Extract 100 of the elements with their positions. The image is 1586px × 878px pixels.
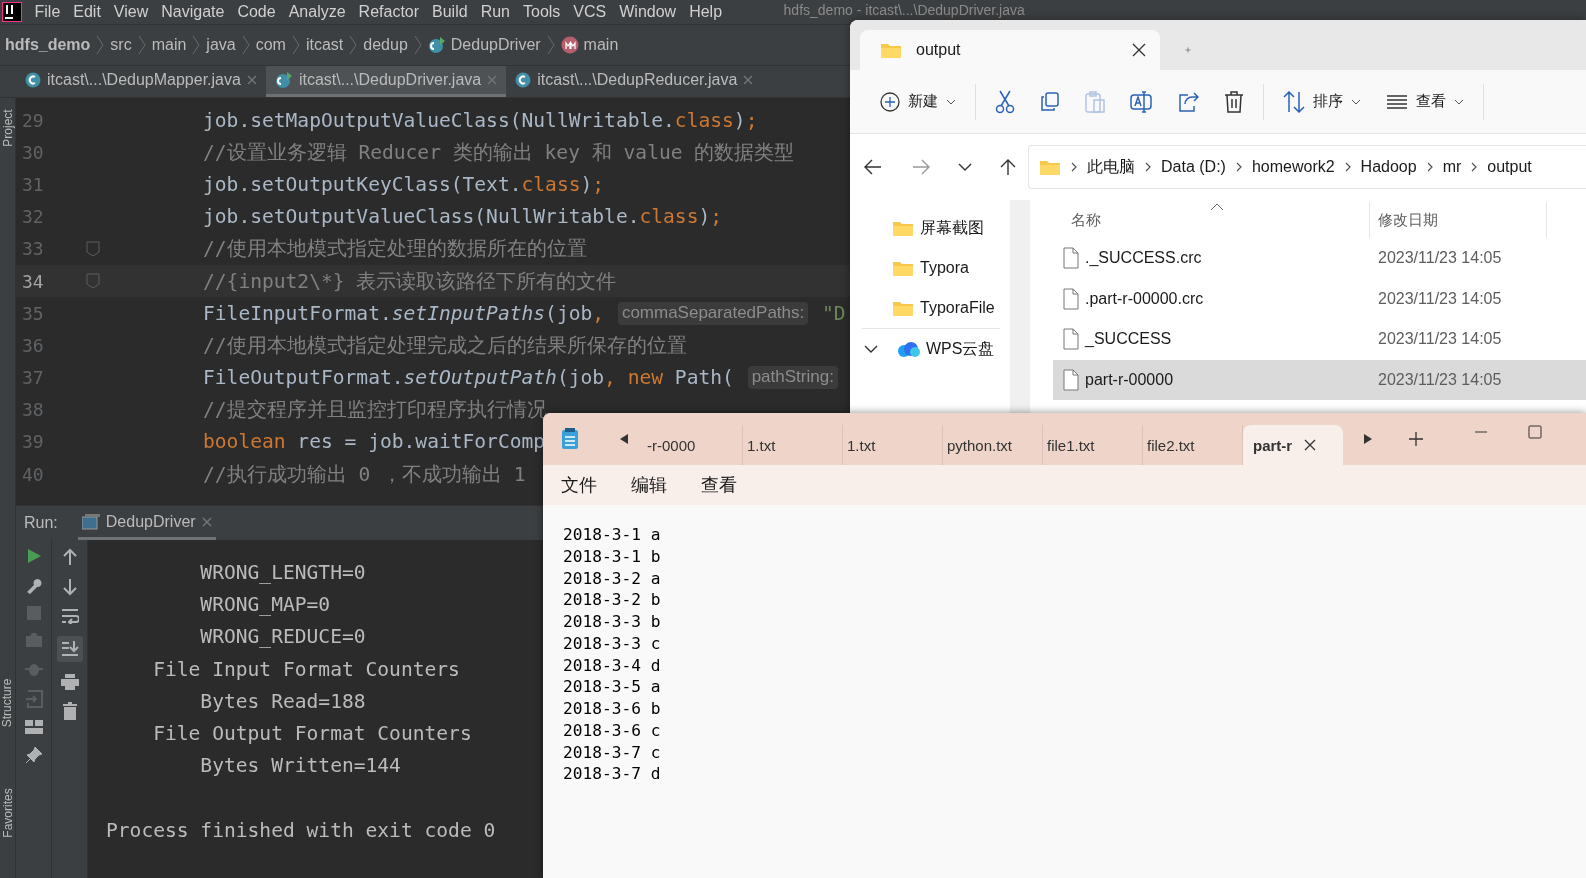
menu-item[interactable]: Edit (66, 3, 108, 21)
address-bar[interactable]: 此电脑 Data (D:) homework2 Hadoop mr output (1028, 145, 1586, 189)
console-line: File Output Format Counters (152, 720, 472, 747)
chevron-icon (1145, 162, 1151, 172)
code-text: FileInputFormat.setInputPaths(job, (203, 301, 606, 325)
soft-wrap-icon[interactable] (60, 608, 79, 624)
code-text: job.setOutputKeyClass(Text.class); (203, 172, 605, 196)
back-icon[interactable] (864, 159, 882, 175)
menu-item[interactable]: 编辑 (631, 473, 667, 497)
text-line: 2018-3-4 d (563, 654, 662, 677)
arrow-down-icon[interactable] (62, 578, 77, 596)
line-number: 31 (21, 173, 45, 195)
expand-chevron-icon[interactable] (864, 345, 878, 353)
arrow-up-icon[interactable] (62, 548, 77, 566)
menu-item[interactable]: Run (474, 3, 517, 21)
menu-item[interactable]: 文件 (561, 473, 597, 497)
editor-tab[interactable]: itcast\...\DedupMapper.java (16, 66, 266, 97)
column-header[interactable]: 修改日期 (1378, 210, 1438, 230)
column-header[interactable]: 名称 (1071, 210, 1101, 230)
nav-item[interactable]: TyporaFile (850, 288, 1010, 328)
breadcrumb-item[interactable]: com (255, 36, 286, 54)
breadcrumb-item[interactable]: itcast (305, 36, 344, 54)
menu-item[interactable]: View (107, 3, 155, 21)
file-row[interactable]: part-r-00000 2023/11/23 14:05 (1053, 359, 1586, 401)
menu-item[interactable]: Help (682, 3, 729, 21)
editor-tab[interactable]: itcast\...\DedupDriver.java (265, 66, 507, 97)
breadcrumb-item[interactable]: DedupDriver (450, 36, 541, 54)
class-icon (25, 72, 41, 88)
line-number: 34 (21, 270, 45, 292)
menu-item[interactable]: Refactor (352, 3, 426, 21)
text-line: 2018-3-7 c (563, 741, 662, 764)
new-button[interactable]: 新建 (874, 81, 962, 122)
file-icon (1063, 287, 1079, 310)
nav-item[interactable]: Typora (850, 248, 1010, 288)
run-tab[interactable]: DedupDriver (77, 506, 216, 540)
tool-window-label[interactable]: Structure (0, 678, 15, 728)
add-tab-icon[interactable] (1409, 432, 1423, 446)
tool-window-label[interactable]: Favorites (0, 788, 15, 838)
class-run-icon (427, 36, 446, 54)
scroll-right-icon[interactable] (1363, 433, 1373, 445)
console-line: Process finished with exit code 0 (106, 817, 496, 844)
up-icon[interactable] (1000, 158, 1016, 176)
text-line: 2018-3-3 b (563, 611, 662, 633)
class-run-icon (274, 71, 293, 89)
scroll-end-icon[interactable] (56, 636, 83, 662)
code-text: //提交程序并且监控打印程序执行情况 (203, 397, 547, 424)
text-line: 2018-3-3 c (563, 632, 662, 655)
menu-item[interactable]: Code (230, 3, 283, 21)
chevron-icon (96, 35, 105, 55)
forward-icon[interactable] (912, 159, 930, 175)
printer-icon[interactable] (60, 674, 79, 690)
menu-item[interactable]: Build (425, 3, 475, 21)
nav-item[interactable]: WPS云盘 (850, 329, 1010, 369)
menu-item[interactable]: 查看 (701, 473, 737, 497)
notepad-tab[interactable]: part-r (1243, 425, 1343, 465)
close-icon[interactable] (1304, 439, 1317, 451)
breadcrumb-item[interactable]: dedup (363, 36, 408, 54)
folder-icon (892, 299, 914, 317)
breadcrumb-item[interactable]: main (583, 36, 619, 54)
close-icon[interactable] (1132, 43, 1146, 57)
menu-item[interactable]: Analyze (282, 3, 353, 21)
scrollbar-track[interactable] (1010, 200, 1030, 414)
file-row[interactable]: .part-r-00000.crc 2023/11/23 14:05 (1053, 278, 1586, 320)
menu-item[interactable]: Tools (516, 3, 567, 21)
tool-window-label[interactable]: Project (0, 109, 15, 147)
rename-icon (1130, 90, 1152, 113)
nav-item[interactable]: 屏幕截图 (850, 208, 1010, 248)
text-line: 2018-3-7 d (563, 763, 662, 785)
breadcrumb-item[interactable]: java (206, 36, 236, 54)
breadcrumb-item[interactable]: src (110, 36, 132, 54)
menu-item[interactable]: VCS (566, 3, 613, 21)
view-button[interactable]: 查看 (1380, 81, 1470, 122)
text-area[interactable]: 2018-3-1 a 2018-3-1 b 2018-3-2 a 2018-3-2 b 2018-3-3 b 2018-3-3 c 2018-3-4 d 2018-3-5 a 2018-3-6 b 2018-3-6 c 2018-3-7 c 2018-3-7 d (543, 505, 1586, 878)
pin-icon[interactable] (24, 746, 43, 764)
file-row[interactable]: _SUCCESS 2023/11/23 14:05 (1053, 319, 1586, 360)
breadcrumb-item[interactable]: hdfs_demo (5, 36, 91, 54)
breadcrumb-item[interactable]: main (151, 36, 187, 54)
notepad-icon (561, 428, 579, 450)
console-icon (81, 513, 100, 530)
menu-item[interactable]: File (28, 3, 67, 21)
line-number: 40 (21, 463, 45, 485)
file-row[interactable]: ._SUCCESS.crc 2023/11/23 14:05 (1053, 238, 1586, 279)
explorer-tab[interactable]: output (860, 30, 1160, 70)
menu-item[interactable]: Window (612, 3, 683, 21)
sort-button[interactable]: 排序 (1277, 81, 1367, 122)
parameter-hint: commaSeparatedPaths: (617, 301, 809, 325)
folder-icon (892, 219, 914, 237)
code-text: boolean res = job.waitForComp (203, 430, 546, 454)
code-text: job.setMapOutputValueClass(NullWritable.class); (203, 108, 758, 132)
scroll-left-icon[interactable] (619, 433, 629, 445)
maximize-icon[interactable] (1528, 425, 1542, 439)
line-number: 32 (21, 206, 45, 228)
editor-tab[interactable]: itcast\...\DedupReducer.java (506, 66, 763, 97)
trash-icon[interactable] (61, 702, 78, 720)
run-icon[interactable] (25, 548, 42, 564)
text-line: 2018-3-6 b (563, 698, 662, 720)
menu-item[interactable]: Navigate (154, 3, 231, 21)
layout-icon[interactable] (24, 720, 43, 734)
chevron-icon (413, 35, 422, 55)
dropdown-icon[interactable] (958, 163, 972, 171)
